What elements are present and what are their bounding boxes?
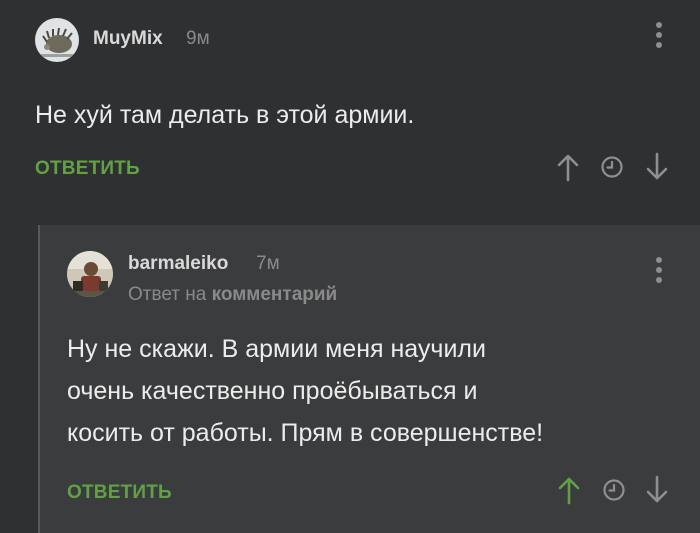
comment-timestamp: 9м (186, 28, 210, 49)
clock-icon[interactable] (602, 478, 626, 502)
comment-text: Ну не скажи. В армии меня научили очень … (67, 328, 543, 454)
comment-text-line: Ну не скажи. В армии меня научили (67, 335, 486, 363)
more-vertical-icon[interactable] (655, 257, 663, 287)
reply-to-link[interactable]: комментарий (212, 284, 338, 305)
comment-text: Не хуй там делать в этой армии. (35, 101, 415, 129)
reply-button[interactable]: ОТВЕТИТЬ (35, 158, 140, 180)
hedgehog-avatar-icon (35, 18, 79, 62)
reply-button[interactable]: ОТВЕТИТЬ (67, 482, 172, 504)
comment-author[interactable]: MuyMix (93, 28, 163, 50)
reply-to-line: Ответ на комментарий (128, 284, 337, 306)
comment-author[interactable]: barmaleiko (128, 253, 228, 275)
comment-barmaleiko: barmaleiko 7м Ответ на комментарий Ну не… (38, 225, 700, 533)
avatar[interactable] (35, 18, 79, 62)
arrow-down-icon[interactable] (645, 475, 669, 505)
reply-to-prefix: Ответ на (128, 284, 207, 305)
arrow-down-icon[interactable] (645, 152, 669, 182)
arrow-up-icon[interactable] (557, 475, 581, 505)
arrow-up-icon[interactable] (556, 152, 580, 182)
comment-timestamp: 7м (256, 253, 280, 274)
comment-text-line: очень качественно проёбываться и (67, 377, 478, 405)
comment-muymix: MuyMix 9м Не хуй там делать в этой армии… (0, 0, 700, 225)
more-vertical-icon[interactable] (655, 22, 663, 52)
comment-text-line: косить от работы. Прям в совершенстве! (67, 419, 544, 447)
clock-icon[interactable] (600, 155, 624, 179)
person-photo-avatar-icon (67, 251, 113, 297)
avatar[interactable] (67, 251, 113, 297)
